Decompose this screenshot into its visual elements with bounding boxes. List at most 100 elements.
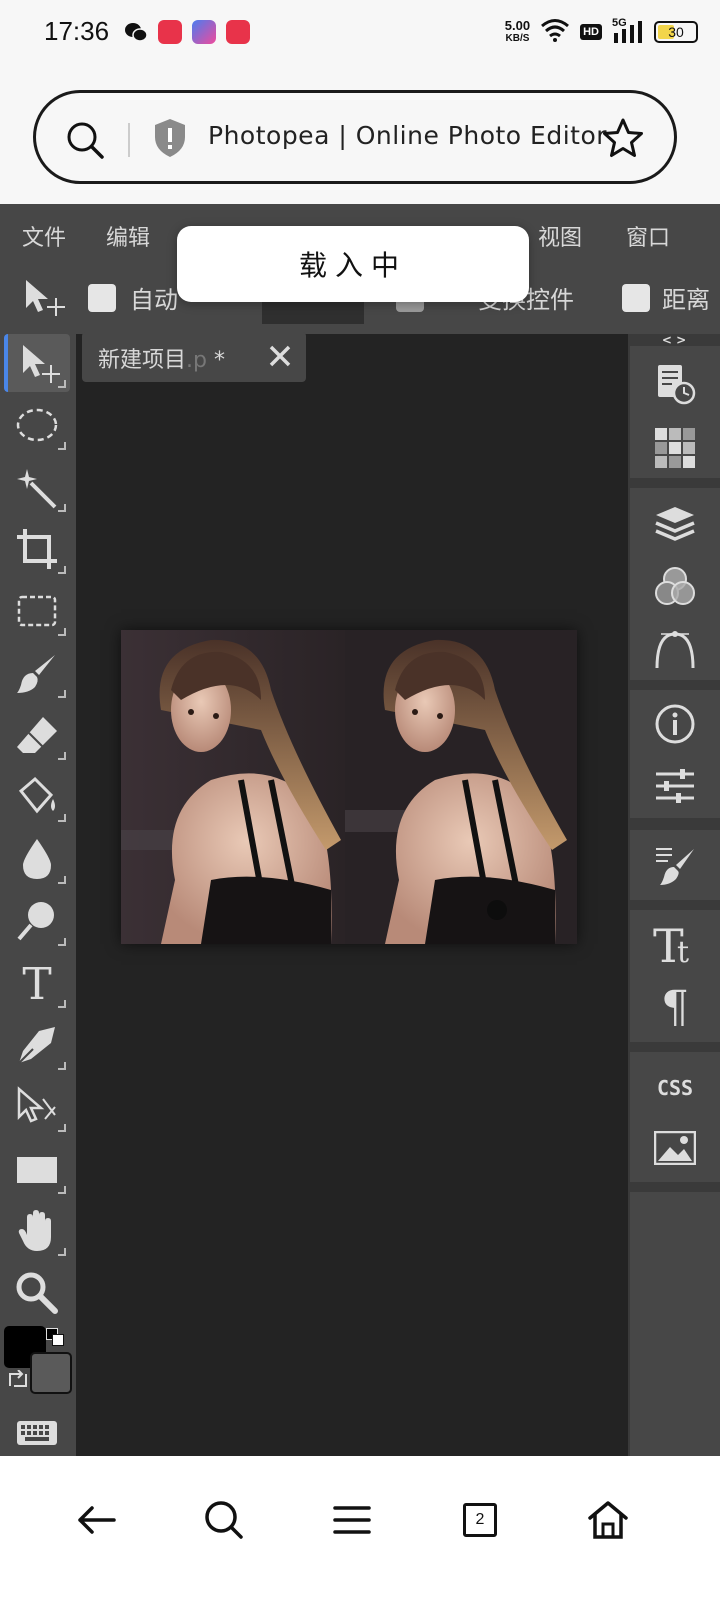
frame-tool[interactable] bbox=[4, 582, 70, 640]
panel-group-layers bbox=[630, 488, 720, 680]
css-icon[interactable]: CSS bbox=[630, 1074, 720, 1102]
panel-group-info bbox=[630, 690, 720, 818]
distances-label: 距离 bbox=[662, 286, 710, 314]
paragraph-icon[interactable]: ¶ bbox=[630, 982, 720, 1030]
document-name: 新建项目 bbox=[98, 348, 187, 373]
hand-tool[interactable] bbox=[4, 1202, 70, 1260]
address-separator bbox=[128, 123, 130, 157]
panel-collapse-arrows[interactable]: < > bbox=[628, 334, 720, 346]
keyboard-button[interactable] bbox=[4, 1404, 70, 1462]
page-title[interactable]: Photopea | Online Photo Editor bbox=[208, 121, 607, 150]
brush-tool[interactable] bbox=[4, 644, 70, 702]
dodge-tool[interactable] bbox=[4, 892, 70, 950]
paths-icon[interactable] bbox=[630, 628, 720, 672]
panel-group-type: Tt ¶ bbox=[630, 910, 720, 1042]
info-icon[interactable] bbox=[630, 702, 720, 746]
paint-bucket-icon bbox=[18, 776, 55, 814]
move-tool[interactable] bbox=[4, 334, 70, 392]
hamburger-menu-icon bbox=[333, 1506, 371, 1534]
canvas-document-image[interactable] bbox=[121, 630, 577, 945]
paint-bucket-tool[interactable] bbox=[4, 768, 70, 826]
status-indicators: 5.00 KB/S HD 5G 30 bbox=[505, 16, 698, 48]
tabs-button[interactable]: 2 bbox=[448, 1488, 512, 1552]
magic-wand-tool[interactable] bbox=[4, 458, 70, 516]
layers-icon[interactable] bbox=[630, 502, 720, 546]
xiaohongshu-app-icon bbox=[226, 20, 250, 44]
home-button[interactable] bbox=[576, 1488, 640, 1552]
keyboard-icon bbox=[17, 1421, 57, 1445]
color-swatches bbox=[4, 1326, 72, 1398]
document-tab[interactable]: 新建项目.p * bbox=[82, 332, 306, 382]
distances-checkbox[interactable] bbox=[622, 284, 650, 312]
panel-group-brush bbox=[630, 830, 720, 900]
svg-text:T: T bbox=[22, 961, 51, 1005]
wifi-icon bbox=[540, 18, 570, 46]
browser-toolbar: Photopea | Online Photo Editor bbox=[0, 64, 720, 204]
right-panel-bar: < > T t ¶ CSS bbox=[628, 334, 720, 1484]
net-speed-unit: KB/S bbox=[505, 33, 530, 44]
net-speed-value: 5.00 bbox=[504, 18, 531, 33]
brush-settings-icon[interactable] bbox=[630, 842, 720, 886]
svg-text:t: t bbox=[677, 935, 689, 968]
eraser-tool[interactable] bbox=[4, 706, 70, 764]
dodge-icon bbox=[17, 902, 54, 941]
path-select-icon bbox=[17, 1086, 56, 1123]
browser-bottom-nav: 2 bbox=[0, 1456, 720, 1600]
net-speed: 5.00 KB/S bbox=[505, 19, 530, 45]
crop-icon bbox=[17, 529, 57, 569]
water-drop-icon bbox=[23, 839, 51, 879]
path-select-tool[interactable] bbox=[4, 1078, 70, 1136]
history-icon[interactable] bbox=[630, 362, 720, 406]
magic-wand-icon bbox=[17, 469, 57, 509]
bookmark-star-icon[interactable] bbox=[602, 117, 644, 163]
photopea-app: 文件 编辑 图像 图层 选择 滤镜 视图 窗口 自动 变换控件 距离 bbox=[0, 204, 720, 1484]
background-color[interactable] bbox=[30, 1352, 72, 1394]
menu-file[interactable]: 文件 bbox=[22, 220, 66, 252]
swap-colors-icon[interactable] bbox=[8, 1369, 28, 1394]
search-icon[interactable] bbox=[66, 121, 106, 165]
signal-icon: 5G bbox=[612, 17, 644, 45]
marquee-tool[interactable] bbox=[4, 396, 70, 454]
battery-level: 30 bbox=[668, 24, 684, 40]
menu-window[interactable]: 窗口 bbox=[626, 220, 670, 252]
type-tool[interactable]: T bbox=[4, 954, 70, 1012]
menu-edit[interactable]: 编辑 bbox=[106, 220, 150, 252]
type-t-icon: T bbox=[22, 961, 51, 1005]
image-icon[interactable] bbox=[630, 1128, 720, 1168]
search-button[interactable] bbox=[192, 1488, 256, 1552]
pen-tool[interactable] bbox=[4, 1016, 70, 1074]
back-button[interactable] bbox=[64, 1488, 128, 1552]
svg-text:¶: ¶ bbox=[661, 984, 689, 1028]
hd-badge: HD bbox=[580, 24, 602, 40]
marquee-icon bbox=[16, 408, 58, 442]
panel-group-history bbox=[630, 346, 720, 478]
crop-tool[interactable] bbox=[4, 520, 70, 578]
search-icon bbox=[205, 1501, 243, 1539]
close-icon[interactable] bbox=[268, 344, 292, 372]
zoom-tool[interactable] bbox=[4, 1264, 70, 1322]
menu-view[interactable]: 视图 bbox=[538, 220, 582, 252]
shield-icon[interactable] bbox=[152, 117, 188, 163]
photo-right bbox=[345, 630, 577, 945]
swatches-icon[interactable] bbox=[630, 426, 720, 470]
move-arrow-icon bbox=[23, 345, 60, 383]
auto-select-checkbox[interactable] bbox=[88, 284, 116, 312]
document-modified-marker: * bbox=[213, 348, 225, 373]
document-tab-label: 新建项目.p * bbox=[98, 342, 225, 374]
blur-tool[interactable] bbox=[4, 830, 70, 888]
rectangle-tool[interactable] bbox=[4, 1140, 70, 1198]
move-tool-icon[interactable] bbox=[22, 278, 66, 322]
properties-icon[interactable] bbox=[630, 764, 720, 808]
status-time: 17:36 bbox=[44, 16, 110, 46]
default-colors-icon[interactable] bbox=[46, 1328, 66, 1348]
photo-left bbox=[121, 630, 345, 945]
channels-icon[interactable] bbox=[630, 564, 720, 608]
tabs-icon: 2 bbox=[463, 1503, 497, 1537]
wechat-icon bbox=[124, 20, 148, 44]
panel-group-css: CSS bbox=[630, 1052, 720, 1182]
zoom-icon bbox=[16, 1272, 58, 1314]
character-icon[interactable]: Tt bbox=[630, 918, 720, 970]
battery-indicator: 30 bbox=[654, 21, 698, 43]
menu-button[interactable] bbox=[320, 1488, 384, 1552]
address-bar[interactable]: Photopea | Online Photo Editor bbox=[33, 90, 677, 184]
